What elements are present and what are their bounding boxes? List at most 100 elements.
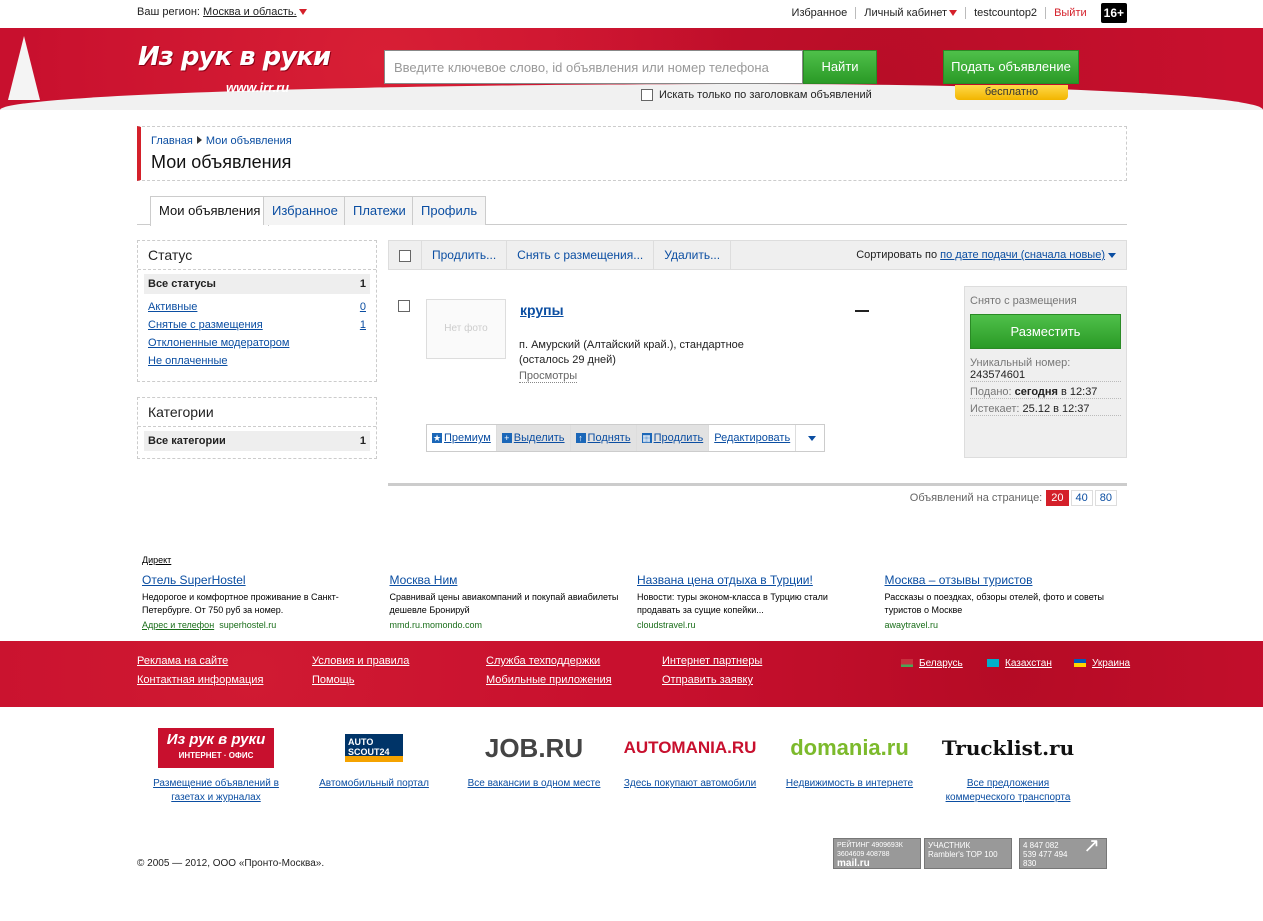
direct-ad-url[interactable]: mmd.ru.momondo.com [390,620,626,630]
highlight-button[interactable]: + Выделить [496,425,571,451]
footer-links: Реклама на сайте Контактная информация У… [0,641,1263,707]
direct-ad-title[interactable]: Москва Ним [390,573,458,587]
direct-ad-extra[interactable]: Адрес и телефон [142,620,214,630]
country-kazakhstan[interactable]: Казахстан [987,658,1052,669]
ad-photo-placeholder[interactable]: Нет фото [426,299,506,359]
tab-payments[interactable]: Платежи [344,196,415,225]
extend-ad-button[interactable]: ▦ Продлить [636,425,710,451]
favorites-link[interactable]: Избранное [784,7,856,19]
partner-caption[interactable]: Автомобильный портал [319,778,429,789]
delete-button[interactable]: Удалить... [654,241,732,269]
title-only-label: Искать только по заголовкам объявлений [659,89,872,101]
raise-button[interactable]: ↑ Поднять [570,425,637,451]
partner-logo[interactable]: AUTOMANIA.RU [624,738,757,758]
status-item-removed[interactable]: Снятые с размещения 1 [138,316,376,334]
partner-logo[interactable]: domania.ru [790,735,909,761]
breadcrumb-box: Главная Мои объявления Мои объявления [137,126,1127,181]
category-item-all[interactable]: Все категории 1 [144,431,370,451]
publish-button[interactable]: Разместить [970,314,1121,349]
partner-caption[interactable]: Все вакансии в одном месте [468,778,601,789]
site-header: Из рук в руки www.irr.ru Введите ключево… [0,28,1263,110]
username-link[interactable]: testcountop2 [966,7,1045,19]
tab-profile[interactable]: Профиль [412,196,487,225]
breadcrumb-home[interactable]: Главная [151,135,193,147]
logout-link[interactable]: Выйти [1046,7,1095,19]
edit-ad-button[interactable]: Редактировать [709,425,797,451]
footer-link-help[interactable]: Помощь [312,674,355,686]
checkbox-icon[interactable] [641,89,653,101]
unpublish-button[interactable]: Снять с размещения... [507,241,655,269]
per-page-20[interactable]: 20 [1046,490,1069,506]
sort-control: Сортировать по по дате подачи (сначала н… [856,249,1116,261]
country-ukraine[interactable]: Украина [1074,658,1130,669]
direct-ad-title[interactable]: Москва – отзывы туристов [885,573,1033,587]
ad-views-link[interactable]: Просмотры [519,370,578,383]
more-actions-button[interactable] [796,425,824,451]
direct-ad-title[interactable]: Названа цена отдыха в Турции! [637,573,813,587]
top-bar: Ваш регион: Москва и область. Избранное … [0,0,1263,28]
partner-logo[interactable]: Trucklist.ru [942,736,1074,760]
tab-my-ads[interactable]: Мои объявления [150,196,270,226]
partner-automania: AUTOMANIA.RU Здесь покупают автомобили [615,727,765,791]
direct-ad-url[interactable]: superhostel.ru [219,620,276,630]
chevron-down-icon[interactable] [807,435,816,441]
status-item-active[interactable]: Активные 0 [138,298,376,316]
expires-info: Истекает: 25.12 в 12:37 [970,403,1121,416]
footer-link-mobile[interactable]: Мобильные приложения [486,674,612,686]
status-item-rejected[interactable]: Отклоненные модератором [138,334,376,352]
status-item-unpaid[interactable]: Не оплаченные [138,352,376,370]
chevron-down-icon[interactable] [298,9,307,16]
region-link[interactable]: Москва и область. [203,6,297,18]
chevron-down-icon[interactable] [1108,252,1116,258]
footer-link-support[interactable]: Служба техподдержки [486,655,600,667]
ad-checkbox[interactable] [398,300,410,312]
dash-icon [855,310,869,312]
post-ad-button[interactable]: Подать объявление [943,50,1079,84]
per-page-80[interactable]: 80 [1094,490,1117,506]
status-item-all[interactable]: Все статусы 1 [144,274,370,294]
per-page-40[interactable]: 40 [1070,490,1093,506]
rambler-counter[interactable]: УЧАСТНИК Rambler's TOP 100 [924,838,1012,869]
country-belarus[interactable]: Беларусь [901,658,963,669]
premium-button[interactable]: ★ Премиум [427,425,497,451]
free-badge: бесплатно [955,85,1068,100]
extend-button[interactable]: Продлить... [422,241,508,269]
direct-ads: Директ Отель SuperHostel Недорогое и комф… [142,555,1132,630]
partner-jobru: JOB.RU Все вакансии в одном месте [459,727,609,791]
search-input[interactable]: Введите ключевое слово, id объявления ил… [384,50,803,84]
partner-caption[interactable]: Размещение объявлений в газетах и журнал… [153,778,279,803]
tab-favorites[interactable]: Избранное [263,196,347,225]
category-filter-panel: Категории Все категории 1 [137,397,377,459]
partner-caption[interactable]: Здесь покупают автомобили [624,778,756,789]
footer-link-request[interactable]: Отправить заявку [662,674,753,686]
cabinet-link[interactable]: Личный кабинет [856,7,965,19]
flag-belarus-icon [901,659,913,668]
site-logo[interactable]: Из рук в руки [138,42,331,72]
mailru-counter[interactable]: РЕЙТИНГ 4909693К 3604609 408788 mail.ru [833,838,921,869]
partner-logo[interactable]: AUTO SCOUT24 [345,734,403,762]
checkbox-icon[interactable] [399,249,411,262]
arrow-up-icon: ↑ [575,433,586,443]
region-label: Ваш регион: [137,6,200,18]
direct-ad-url[interactable]: awaytravel.ru [885,620,1121,630]
sort-select[interactable]: по дате подачи (сначала новые) [940,249,1105,261]
title-only-checkbox[interactable]: Искать только по заголовкам объявлений [641,89,872,101]
footer-link-ads[interactable]: Реклама на сайте [137,655,228,667]
direct-label[interactable]: Директ [142,555,1132,565]
ad-title-link[interactable]: крупы [520,302,564,318]
direct-ad-text: Рассказы о поездках, обзоры отелей, фото… [884,592,1105,615]
select-all-checkbox[interactable] [389,241,422,269]
partner-caption[interactable]: Все предложения коммерческого транспорта [946,778,1071,803]
footer-link-contacts[interactable]: Контактная информация [137,674,263,686]
search-button[interactable]: Найти [803,50,877,84]
footer-link-partners[interactable]: Интернет партнеры [662,655,762,667]
direct-ad-title[interactable]: Отель SuperHostel [142,573,246,587]
partner-logo[interactable]: Из рук в руки ИНТЕРНЕТ · ОФИС [158,728,274,768]
liveinternet-counter[interactable]: 4 847 082 539 477 494 830 ↗ [1019,836,1107,869]
partner-logo[interactable]: JOB.RU [485,733,583,764]
partner-caption[interactable]: Недвижимость в интернете [786,778,913,789]
direct-ad-url[interactable]: cloudstravel.ru [637,620,873,630]
footer-link-terms[interactable]: Условия и правила [312,655,409,667]
partner-autoscout: AUTO SCOUT24 Автомобильный портал [309,727,439,791]
breadcrumb-current[interactable]: Мои объявления [206,135,292,147]
